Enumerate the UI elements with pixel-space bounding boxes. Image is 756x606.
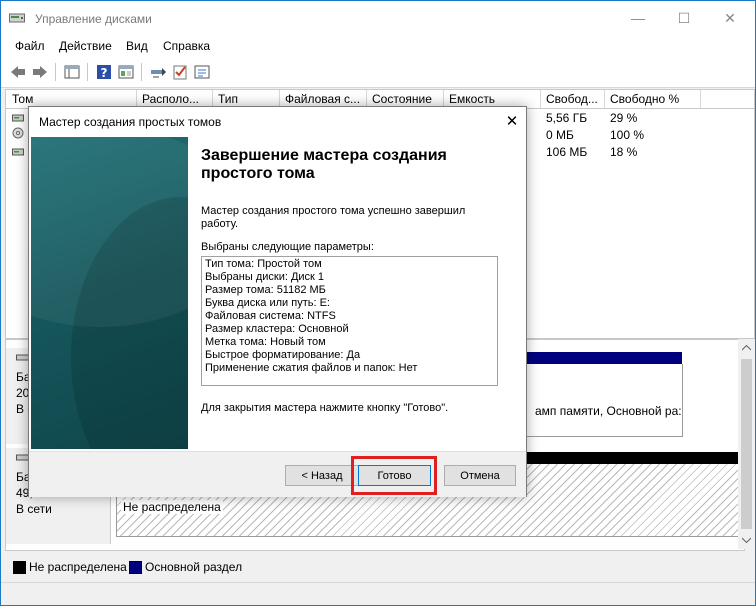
vertical-scrollbar[interactable] bbox=[738, 339, 755, 549]
help-icon[interactable]: ? bbox=[95, 63, 113, 81]
menu-action[interactable]: Действие bbox=[59, 39, 112, 53]
legend-unallocated-label: Не распределена bbox=[29, 560, 127, 574]
param-item: Применение сжатия файлов и папок: Нет bbox=[205, 362, 418, 374]
primary-partition-bar bbox=[526, 352, 682, 364]
free-space-cell: 106 МБ bbox=[546, 145, 588, 159]
legend-unallocated-swatch bbox=[13, 561, 26, 574]
menu-bar: Файл Действие Вид Справка bbox=[1, 35, 755, 57]
disk-icon bbox=[12, 111, 24, 127]
toolbar: ? bbox=[1, 57, 755, 88]
title-bar: Управление дисками — ☐ ✕ bbox=[1, 1, 755, 35]
free-percent-cell: 18 % bbox=[610, 145, 638, 159]
dialog-title-bar: Мастер создания простых томов ✕ bbox=[29, 107, 526, 135]
scroll-up-icon[interactable] bbox=[742, 345, 751, 351]
connect-icon[interactable] bbox=[149, 63, 167, 81]
maximize-button[interactable]: ☐ bbox=[661, 1, 707, 35]
scroll-thumb[interactable] bbox=[741, 359, 752, 529]
menu-help[interactable]: Справка bbox=[163, 39, 210, 53]
param-item: Тип тома: Простой том bbox=[205, 258, 322, 270]
status-bar bbox=[1, 582, 755, 605]
param-item: Размер тома: 51182 МБ bbox=[205, 284, 326, 296]
legend-primary-label: Основной раздел bbox=[145, 560, 243, 574]
new-simple-volume-wizard-dialog: Мастер создания простых томов ✕ Завершен… bbox=[28, 106, 527, 497]
dialog-footer: < Назад Готово Отмена bbox=[29, 451, 526, 497]
wizard-intro-line-1: Мастер создания простого тома успешно за… bbox=[201, 205, 466, 217]
column-free-percent[interactable]: Свободно % bbox=[604, 90, 701, 108]
scroll-down-icon[interactable] bbox=[742, 537, 751, 543]
window-title: Управление дисками bbox=[35, 12, 152, 26]
disk-0-partition-text: амп памяти, Основной ра: bbox=[535, 404, 682, 418]
param-item: Размер кластера: Основной bbox=[205, 323, 349, 335]
wizard-heading: Завершение мастера создания простого том… bbox=[201, 147, 447, 182]
free-percent-cell: 29 % bbox=[610, 111, 638, 125]
dialog-title: Мастер создания простых томов bbox=[39, 115, 222, 129]
unallocated-label: Не распределена bbox=[121, 500, 223, 514]
cd-icon bbox=[12, 127, 24, 143]
wizard-banner-image bbox=[31, 137, 188, 449]
cancel-button[interactable]: Отмена bbox=[444, 465, 516, 486]
close-button[interactable]: ✕ bbox=[707, 1, 753, 35]
toolbar-separator bbox=[141, 63, 142, 81]
properties-icon[interactable] bbox=[117, 63, 135, 81]
column-free-space[interactable]: Свобод... bbox=[540, 90, 605, 108]
disk-0-partition[interactable]: амп памяти, Основной ра: bbox=[526, 364, 683, 437]
param-item: Быстрое форматирование: Да bbox=[205, 349, 361, 361]
free-space-cell: 0 МБ bbox=[546, 128, 574, 142]
legend-primary-swatch bbox=[129, 561, 142, 574]
param-item: Метка тома: Новый том bbox=[205, 336, 326, 348]
selected-params-list[interactable]: Тип тома: Простой том Выбраны диски: Дис… bbox=[201, 256, 498, 386]
legend: Не распределена Основной раздел bbox=[5, 553, 755, 579]
wizard-intro-line-2: работу. bbox=[201, 218, 239, 230]
close-hint: Для закрытия мастера нажмите кнопку "Гот… bbox=[201, 402, 449, 414]
toolbar-separator bbox=[55, 63, 56, 81]
toolbar-separator bbox=[87, 63, 88, 81]
back-icon[interactable] bbox=[9, 63, 27, 81]
menu-file[interactable]: Файл bbox=[15, 39, 45, 53]
settings-icon[interactable] bbox=[193, 63, 211, 81]
dialog-body: Завершение мастера создания простого том… bbox=[29, 135, 526, 451]
free-percent-cell: 100 % bbox=[610, 128, 645, 142]
free-space-cell: 5,56 ГБ bbox=[546, 111, 588, 125]
disk-management-app-icon bbox=[9, 12, 25, 24]
svg-text:?: ? bbox=[101, 66, 108, 80]
disk-1-status: В сети bbox=[16, 502, 52, 516]
param-item: Файловая система: NTFS bbox=[205, 310, 336, 322]
param-item: Выбраны диски: Диск 1 bbox=[205, 271, 325, 283]
menu-view[interactable]: Вид bbox=[126, 39, 148, 53]
back-button[interactable]: < Назад bbox=[285, 465, 359, 486]
console-tree-icon[interactable] bbox=[63, 63, 81, 81]
forward-icon[interactable] bbox=[31, 63, 49, 81]
finish-button-highlight bbox=[351, 456, 437, 495]
check-icon[interactable] bbox=[171, 63, 189, 81]
minimize-button[interactable]: — bbox=[615, 1, 661, 35]
params-label: Выбраны следующие параметры: bbox=[201, 241, 374, 253]
param-item: Буква диска или путь: E: bbox=[205, 297, 330, 309]
dialog-close-button[interactable]: ✕ bbox=[498, 107, 526, 135]
disk-icon bbox=[12, 145, 24, 161]
